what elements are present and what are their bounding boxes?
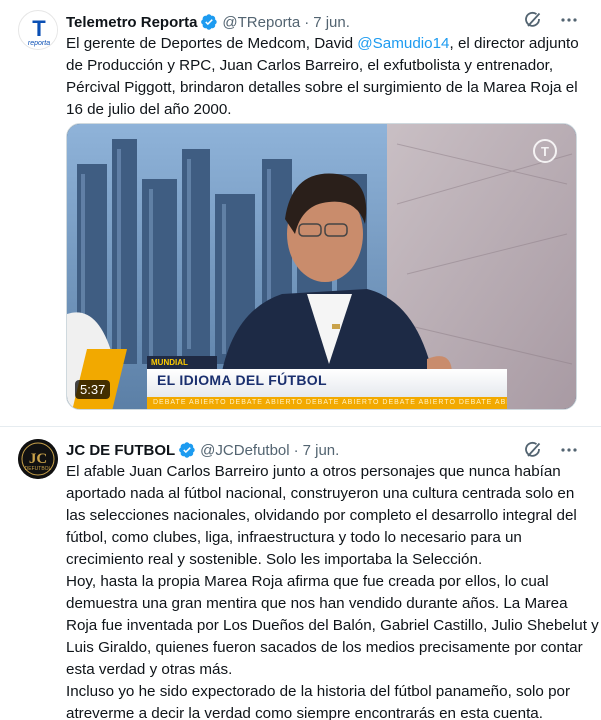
separator-dot: ·: [304, 13, 310, 31]
text-line: El afable Juan Carlos Barreiro junto a o…: [66, 463, 561, 480]
grok-icon: [525, 441, 541, 457]
tweet-text: El gerente de Deportes de Medcom, David …: [66, 33, 586, 121]
more-icon: [561, 448, 577, 452]
text-line: El gerente de Deportes de Medcom, David …: [66, 35, 579, 52]
more-icon: [561, 18, 577, 22]
separator-dot: ·: [293, 441, 299, 459]
video-thumbnail: T: [67, 124, 576, 409]
avatar-caption: DEFUTBOL: [25, 466, 52, 472]
tweet-actions: [523, 10, 579, 30]
video-ticker: DEBATE ABIERTO DEBATE ABIERTO DEBATE ABI…: [147, 397, 507, 409]
text-line: Roja fue inventada por Los Dueños del Ba…: [66, 617, 599, 634]
grok-button[interactable]: [523, 10, 543, 30]
text-line: Luis Giraldo, quienes fueron sacados de …: [66, 639, 583, 656]
video-tag: MUNDIAL: [147, 356, 217, 369]
tweet-date[interactable]: 7 jun.: [313, 14, 350, 31]
more-button[interactable]: [559, 440, 579, 460]
author-name[interactable]: JC DE FUTBOL: [66, 442, 175, 459]
tweet-telemetro[interactable]: T reporta Telemetro Reporta @TReporta · …: [0, 0, 601, 427]
more-button[interactable]: [559, 10, 579, 30]
text-line: fútbol, como clubes, liga, infraestructu…: [66, 529, 522, 546]
text-line: crecimiento real y sostenible. Solo les …: [66, 551, 483, 568]
text-line: Hoy, hasta la propia Marea Roja afirma q…: [66, 573, 549, 590]
grok-icon: [525, 11, 541, 27]
author-name[interactable]: Telemetro Reporta: [66, 14, 197, 31]
telemetro-logo-icon: T reporta: [20, 12, 57, 49]
text-line: de Producción y RPC, Juan Carlos Barreir…: [66, 57, 554, 74]
text-line: Incluso yo he sido expectorado de la his…: [66, 683, 571, 700]
avatar-jcdefutbol[interactable]: JC DEFUTBOL: [18, 439, 58, 479]
text-line: Pércival Piggott, brindaron detalles sob…: [66, 79, 578, 96]
mention-link[interactable]: @Samudio14: [357, 35, 449, 52]
text-line: esta verdad y otras más.: [66, 661, 233, 678]
svg-text:T: T: [541, 144, 549, 159]
author-handle[interactable]: @JCDefutbol: [200, 442, 289, 459]
jcdefutbol-logo-icon: JC DEFUTBOL: [18, 439, 58, 479]
tweet-header: JC DE FUTBOL @JCDefutbol · 7 jun.: [66, 439, 339, 461]
text-line: atreverme a decir la verdad como siempre…: [66, 705, 543, 720]
tweet-date[interactable]: 7 jun.: [303, 442, 340, 459]
tweet-text: El afable Juan Carlos Barreiro junto a o…: [66, 461, 599, 720]
video-duration: 5:37: [75, 380, 111, 399]
tweet-header: Telemetro Reporta @TReporta · 7 jun.: [66, 11, 350, 33]
verified-badge-icon: [201, 14, 218, 30]
text-line: demuestra una gran mentira que nos han v…: [66, 595, 568, 612]
tweet-actions: [523, 440, 579, 460]
text-line: las selecciones nacionales, olvidando po…: [66, 507, 577, 524]
text-line: aportado nada al fútbol nacional, constr…: [66, 485, 575, 502]
avatar-letter: JC: [29, 451, 47, 467]
video-player[interactable]: T MUNDIAL EL IDIOMA DEL FÚTBOL DEBATE AB…: [66, 123, 577, 410]
avatar-telemetro[interactable]: T reporta: [18, 10, 58, 50]
avatar-caption: reporta: [28, 40, 50, 47]
verified-badge-icon: [179, 442, 195, 458]
avatar-letter: T: [32, 16, 46, 41]
video-title: EL IDIOMA DEL FÚTBOL: [157, 372, 327, 388]
author-handle[interactable]: @TReporta: [222, 14, 300, 31]
text-line: 16 de julio del año 2000.: [66, 101, 232, 118]
grok-button[interactable]: [523, 440, 543, 460]
tweet-jcdefutbol[interactable]: JC DEFUTBOL JC DE FUTBOL @JCDefutbol · 7…: [0, 427, 601, 720]
